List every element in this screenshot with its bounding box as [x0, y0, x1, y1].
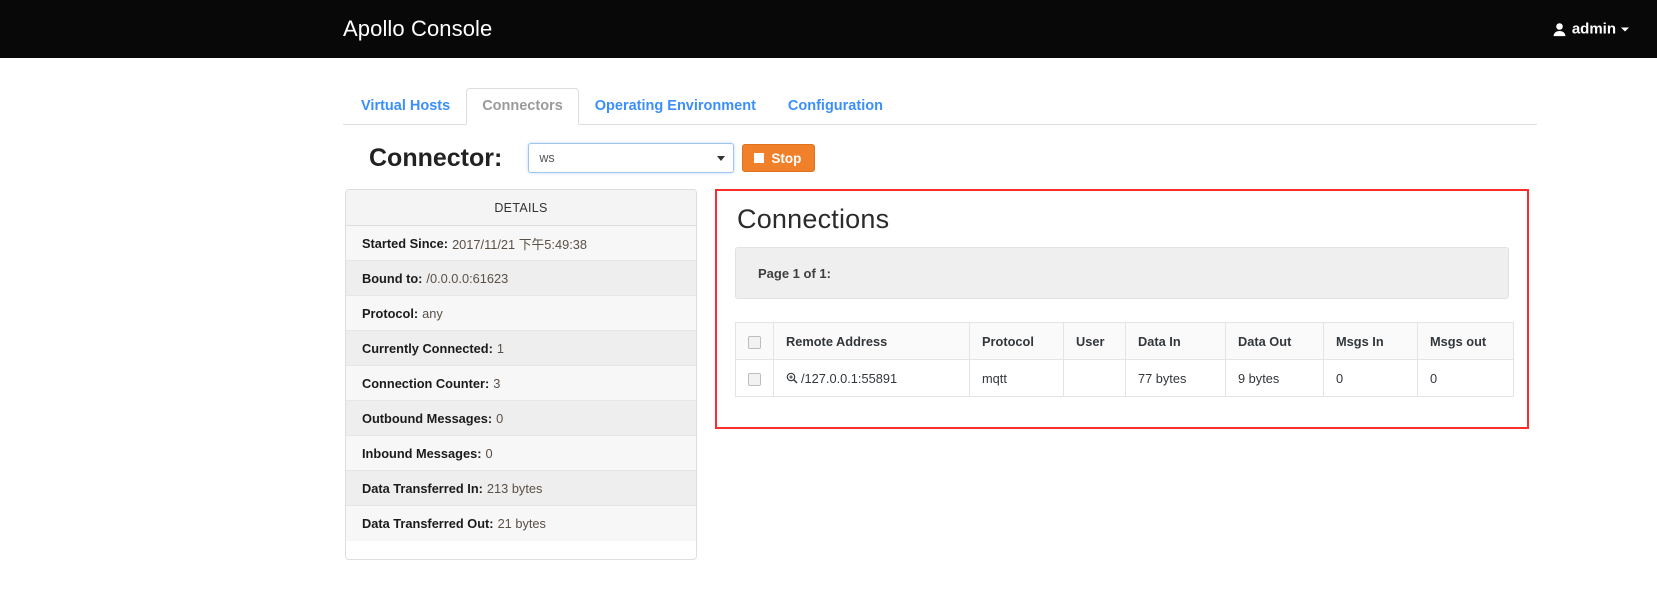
connector-toolbar: Connector: ws Stop [343, 143, 1537, 173]
detail-label: Connection Counter: [362, 375, 490, 391]
detail-label: Bound to: [362, 270, 423, 286]
tab-configuration[interactable]: Configuration [772, 88, 899, 125]
chevron-down-icon [1621, 27, 1629, 31]
detail-row-started-since: Started Since: 2017/11/21 下午5:49:38 [346, 226, 696, 261]
connections-title: Connections [737, 204, 890, 234]
tab-operating-environment[interactable]: Operating Environment [579, 88, 772, 125]
cell-data-in: 77 bytes [1125, 359, 1226, 397]
cell-data-out: 9 bytes [1225, 359, 1324, 397]
connector-select-value: ws [539, 151, 555, 165]
detail-row-outbound-messages: Outbound Messages: 0 [346, 401, 696, 436]
select-all-header [735, 322, 774, 360]
column-header-msgs-in[interactable]: Msgs In [1323, 322, 1418, 360]
detail-row-currently-connected: Currently Connected: 1 [346, 331, 696, 366]
stop-button-label: Stop [771, 150, 802, 166]
detail-label: Outbound Messages: [362, 410, 493, 426]
main-tabs: Virtual Hosts Connectors Operating Envir… [343, 88, 1537, 125]
detail-row-connection-counter: Connection Counter: 3 [346, 366, 696, 401]
remote-address-link[interactable]: /127.0.0.1:55891 [801, 371, 897, 386]
zoom-in-icon[interactable] [786, 372, 798, 384]
column-header-protocol[interactable]: Protocol [969, 322, 1064, 360]
app-brand-title: Apollo Console [343, 16, 493, 41]
detail-label: Started Since: [362, 235, 449, 251]
detail-label: Inbound Messages: [362, 445, 482, 461]
detail-value: /0.0.0.0:61623 [426, 270, 509, 286]
page-container: Virtual Hosts Connectors Operating Envir… [0, 88, 1657, 560]
row-select-cell [735, 359, 774, 397]
detail-value: 2017/11/21 下午5:49:38 [452, 236, 588, 252]
column-header-data-out[interactable]: Data Out [1225, 322, 1324, 360]
top-navbar: Apollo Console admin [0, 0, 1657, 58]
cell-remote-address: /127.0.0.1:55891 [773, 359, 970, 397]
connections-panel-highlight: Connections Page 1 of 1: Remote Address … [715, 189, 1529, 429]
row-checkbox[interactable] [748, 372, 761, 386]
detail-row-protocol: Protocol: any [346, 296, 696, 331]
detail-row-data-transferred-out: Data Transferred Out: 21 bytes [346, 506, 696, 541]
detail-value: 0 [485, 445, 493, 461]
detail-value: 21 bytes [497, 516, 546, 531]
detail-row-data-transferred-in: Data Transferred In: 213 bytes [346, 471, 696, 506]
detail-value: 0 [496, 410, 504, 426]
connector-label: Connector: [369, 143, 503, 172]
detail-row-bound-to: Bound to: /0.0.0.0:61623 [346, 261, 696, 296]
cell-msgs-in: 0 [1323, 359, 1418, 397]
column-header-remote-address[interactable]: Remote Address [773, 322, 970, 360]
detail-label: Currently Connected: [362, 340, 493, 356]
tab-virtual-hosts[interactable]: Virtual Hosts [345, 88, 466, 125]
connector-select[interactable]: ws [528, 143, 735, 173]
content-columns: DETAILS Started Since: 2017/11/21 下午5:49… [343, 189, 1537, 560]
cell-protocol: mqtt [969, 359, 1064, 397]
column-header-data-in[interactable]: Data In [1125, 322, 1226, 360]
column-header-msgs-out[interactable]: Msgs out [1417, 322, 1514, 360]
detail-value: 3 [493, 375, 501, 391]
detail-label: Data Transferred Out: [362, 516, 494, 531]
stop-button[interactable]: Stop [742, 144, 816, 172]
user-menu[interactable]: admin [1553, 21, 1629, 38]
details-panel: DETAILS Started Since: 2017/11/21 下午5:49… [345, 189, 697, 560]
details-panel-heading: DETAILS [346, 190, 696, 226]
connections-table: Remote Address Protocol User Data In Dat… [735, 322, 1514, 397]
column-header-user[interactable]: User [1063, 322, 1126, 360]
user-menu-label: admin [1571, 20, 1616, 38]
detail-row-inbound-messages: Inbound Messages: 0 [346, 436, 696, 471]
detail-label: Data Transferred In: [362, 480, 483, 496]
detail-value: 213 bytes [486, 480, 543, 496]
table-row: /127.0.0.1:55891 mqtt 77 bytes 9 bytes 0… [735, 359, 1514, 397]
table-header-row: Remote Address Protocol User Data In Dat… [735, 322, 1514, 360]
pagination-bar: Page 1 of 1: [735, 247, 1509, 299]
select-all-checkbox[interactable] [748, 335, 761, 349]
cell-msgs-out: 0 [1417, 359, 1514, 397]
user-icon [1553, 22, 1566, 36]
chevron-down-icon [717, 155, 726, 161]
detail-value: any [422, 305, 443, 321]
cell-user [1063, 359, 1126, 397]
stop-square-icon [754, 153, 765, 163]
tab-connectors[interactable]: Connectors [466, 88, 579, 125]
detail-label: Protocol: [362, 305, 419, 321]
detail-value: 1 [496, 340, 504, 356]
page-info-label: Page 1 of 1: [758, 265, 831, 281]
